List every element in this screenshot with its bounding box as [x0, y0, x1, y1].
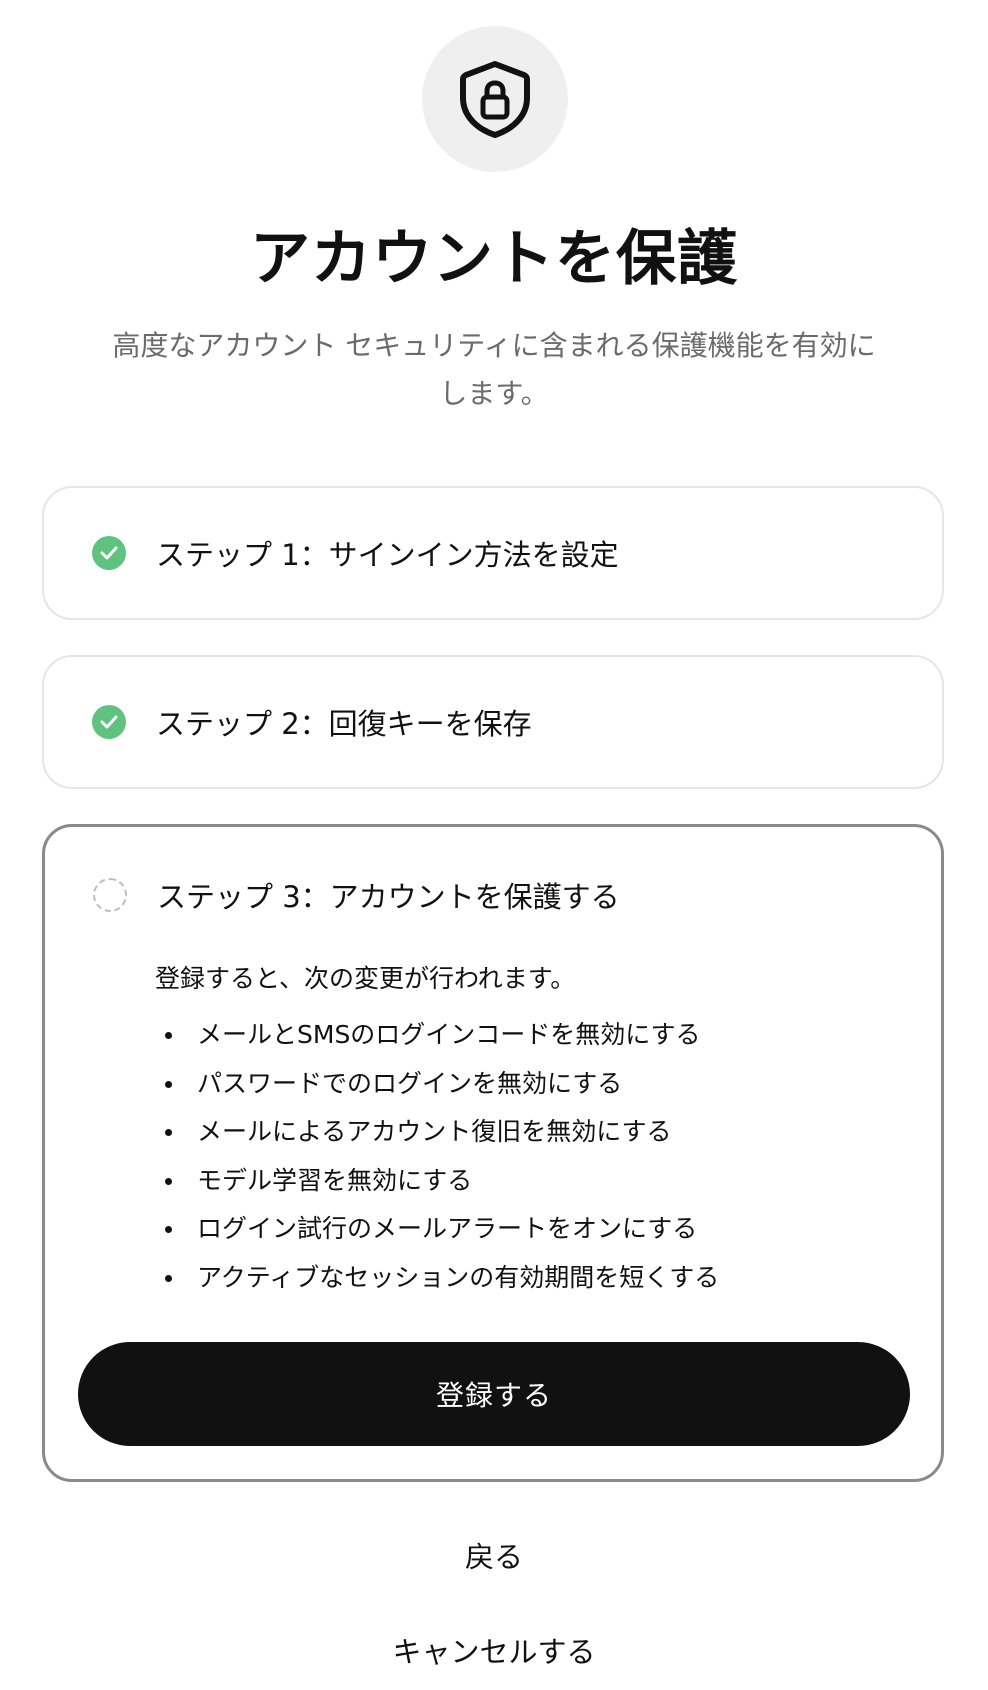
register-button[interactable]: 登録する	[78, 1342, 910, 1446]
check-circle-icon	[92, 536, 126, 570]
dashed-circle-icon	[93, 878, 127, 912]
page-subtitle: 高度なアカウント セキュリティに含まれる保護機能を有効にします。	[112, 329, 876, 410]
step-label: ステップ 1：サインイン方法を設定	[156, 538, 619, 572]
step-header: ステップ 3：アカウントを保護する	[93, 871, 620, 919]
list-item: メールによるアカウント復旧を無効にする	[155, 1108, 719, 1157]
check-circle-icon	[92, 705, 126, 739]
list-item: モデル学習を無効にする	[155, 1157, 719, 1206]
step-header: ステップ 2：回復キーを保存	[92, 657, 532, 787]
step-card-1: ステップ 1：サインイン方法を設定	[42, 486, 944, 620]
back-button[interactable]: 戻る	[0, 1534, 988, 1576]
step-card-2: ステップ 2：回復キーを保存	[42, 655, 944, 789]
list-item: アクティブなセッションの有効期間を短くする	[155, 1254, 719, 1303]
step-label: ステップ 2：回復キーを保存	[156, 707, 532, 741]
change-list: メールとSMSのログインコードを無効にする パスワードでのログインを無効にする …	[155, 1011, 719, 1302]
step-description: 登録すると、次の変更が行われます。	[155, 964, 576, 993]
shield-lock-icon	[460, 61, 530, 138]
step-card-3: ステップ 3：アカウントを保護する 登録すると、次の変更が行われます。 メールと…	[42, 824, 944, 1482]
hero-icon-badge	[422, 26, 568, 172]
page-title: アカウントを保護	[250, 224, 738, 294]
list-item: ログイン試行のメールアラートをオンにする	[155, 1205, 719, 1254]
list-item: メールとSMSのログインコードを無効にする	[155, 1011, 719, 1060]
step-label: ステップ 3：アカウントを保護する	[157, 880, 620, 914]
cancel-button[interactable]: キャンセルする	[0, 1629, 988, 1671]
list-item: パスワードでのログインを無効にする	[155, 1060, 719, 1109]
step-header: ステップ 1：サインイン方法を設定	[92, 488, 619, 618]
